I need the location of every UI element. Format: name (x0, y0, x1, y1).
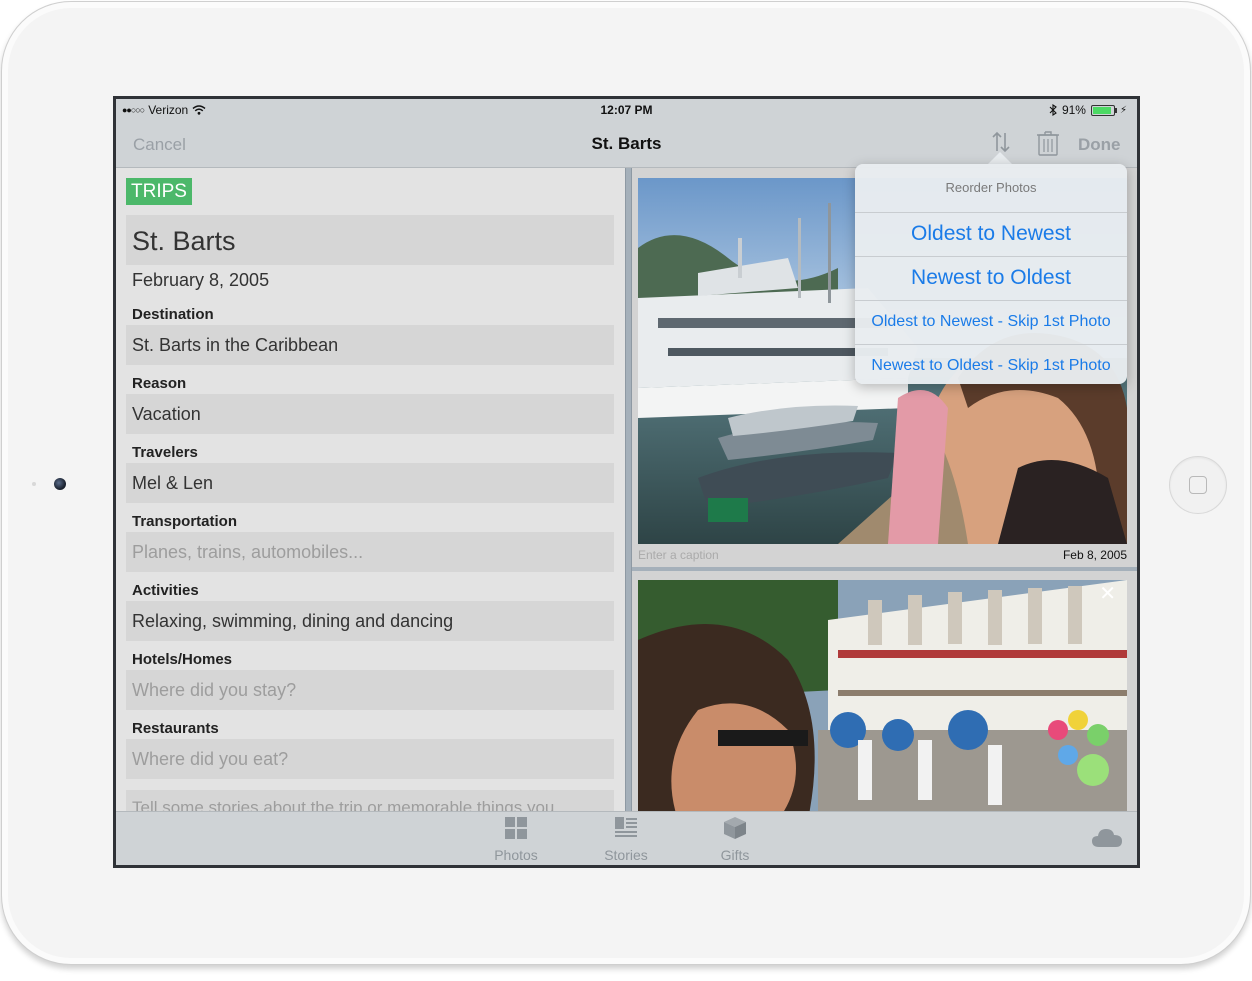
popover-arrow (988, 152, 1012, 164)
gift-box-icon (724, 817, 746, 839)
travelers-field[interactable]: Mel & Len (126, 463, 614, 503)
photo-date: Feb 8, 2005 (1062, 548, 1127, 562)
status-right: 91% ⚡ (1049, 103, 1127, 117)
tab-stories[interactable]: Stories (591, 816, 661, 863)
reason-field[interactable]: Vacation (126, 394, 614, 434)
battery-percent: 91% (1061, 103, 1086, 117)
date-field[interactable]: February 8, 2005 (132, 270, 269, 291)
stories-icon (615, 817, 637, 837)
title-field[interactable]: St. Barts (126, 215, 614, 265)
travelers-value: Mel & Len (132, 473, 214, 493)
trash-icon (1037, 131, 1059, 156)
activities-field[interactable]: Relaxing, swimming, dining and dancing (126, 601, 614, 641)
category-badge[interactable]: TRIPS (126, 178, 192, 205)
tab-gifts[interactable]: Gifts (700, 816, 770, 863)
transportation-value: Planes, trains, automobiles... (132, 542, 364, 562)
delete-button[interactable] (1036, 129, 1064, 157)
status-time: 12:07 PM (600, 103, 653, 117)
status-bar: ●●○○○ Verizon 12:07 PM 91% ⚡ (116, 99, 1137, 121)
caption-input[interactable]: Enter a caption (638, 548, 719, 562)
oldest-to-newest-skip-first-option[interactable]: Oldest to Newest - Skip 1st Photo (855, 300, 1127, 344)
destination-label: Destination (132, 306, 214, 323)
stories-placeholder: Tell some stories about the trip or memo… (132, 798, 555, 811)
tab-stories-label: Stories (604, 847, 648, 863)
activities-value: Relaxing, swimming, dining and dancing (132, 611, 454, 631)
newest-to-oldest-option[interactable]: Newest to Oldest (855, 256, 1127, 300)
sensor-dot (32, 482, 36, 486)
bluetooth-icon (1049, 104, 1057, 116)
photo-parade[interactable]: ✕ (638, 580, 1127, 811)
activities-label: Activities (132, 582, 199, 599)
hotels-label: Hotels/Homes (132, 651, 233, 668)
reason-value: Vacation (132, 404, 201, 424)
photo-close-icon[interactable]: ✕ (1099, 581, 1116, 605)
battery-icon (1090, 104, 1117, 116)
tab-gifts-label: Gifts (720, 847, 750, 863)
parade-photo-image: ✕ (638, 580, 1127, 811)
destination-field[interactable]: St. Barts in the Caribbean (126, 325, 614, 365)
title-value: St. Barts (132, 226, 236, 256)
photo-caption-row: Enter a caption Feb 8, 2005 (638, 546, 1127, 564)
tab-photos[interactable]: Photos (481, 816, 551, 863)
bottom-toolbar: Photos Stories Gifts (116, 811, 1137, 865)
oldest-to-newest-option[interactable]: Oldest to Newest (855, 212, 1127, 256)
transportation-field[interactable]: Planes, trains, automobiles... (126, 532, 614, 572)
restaurants-label: Restaurants (132, 720, 219, 737)
travelers-label: Travelers (132, 444, 198, 461)
page-title: St. Barts (591, 134, 662, 153)
home-square-icon (1189, 476, 1207, 494)
front-camera (54, 478, 66, 490)
hotels-value: Where did you stay? (132, 680, 297, 700)
popover-title: Reorder Photos (945, 180, 1037, 195)
restaurants-value: Where did you eat? (132, 749, 289, 769)
transportation-label: Transportation (132, 513, 238, 530)
charging-icon: ⚡ (1119, 104, 1127, 116)
trip-details-form: TRIPS St. Barts February 8, 2005 Destina… (116, 168, 625, 811)
reason-label: Reason (132, 375, 187, 392)
done-button[interactable]: Done (1078, 135, 1121, 155)
newest-to-oldest-skip-first-option[interactable]: Newest to Oldest - Skip 1st Photo (855, 344, 1127, 384)
split-divider[interactable] (625, 168, 632, 811)
photo-separator (632, 567, 1137, 571)
home-button[interactable] (1169, 456, 1227, 514)
restaurants-field[interactable]: Where did you eat? (126, 739, 614, 779)
destination-value: St. Barts in the Caribbean (132, 335, 339, 355)
photos-grid-icon (505, 817, 527, 839)
navigation-bar: Cancel St. Barts Done (116, 121, 1137, 168)
hotels-field[interactable]: Where did you stay? (126, 670, 614, 710)
cloud-sync-icon[interactable] (1091, 827, 1123, 849)
reorder-photos-popover: Reorder Photos Oldest to Newest Newest t… (855, 164, 1127, 384)
tab-photos-label: Photos (494, 847, 538, 863)
